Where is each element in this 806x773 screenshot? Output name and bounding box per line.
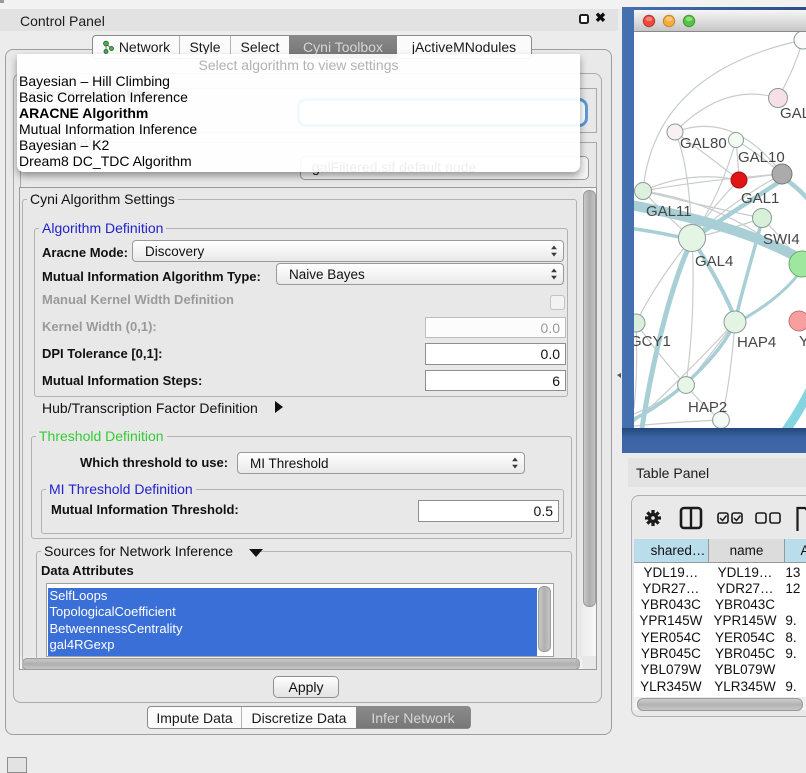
svg-text:GAL7: GAL7 <box>780 105 806 122</box>
svg-text:SWI4: SWI4 <box>763 231 800 248</box>
svg-text:HAP2: HAP2 <box>688 399 727 416</box>
svg-text:HAP4: HAP4 <box>737 334 776 351</box>
svg-text:YM: YM <box>799 333 806 350</box>
svg-text:GAL1: GAL1 <box>741 190 779 207</box>
svg-text:GAL80: GAL80 <box>680 135 727 152</box>
svg-text:GAL10: GAL10 <box>738 149 785 166</box>
svg-text:GCY1: GCY1 <box>634 333 671 350</box>
svg-text:GAL4: GAL4 <box>695 253 733 270</box>
svg-text:GAL11: GAL11 <box>646 203 692 220</box>
